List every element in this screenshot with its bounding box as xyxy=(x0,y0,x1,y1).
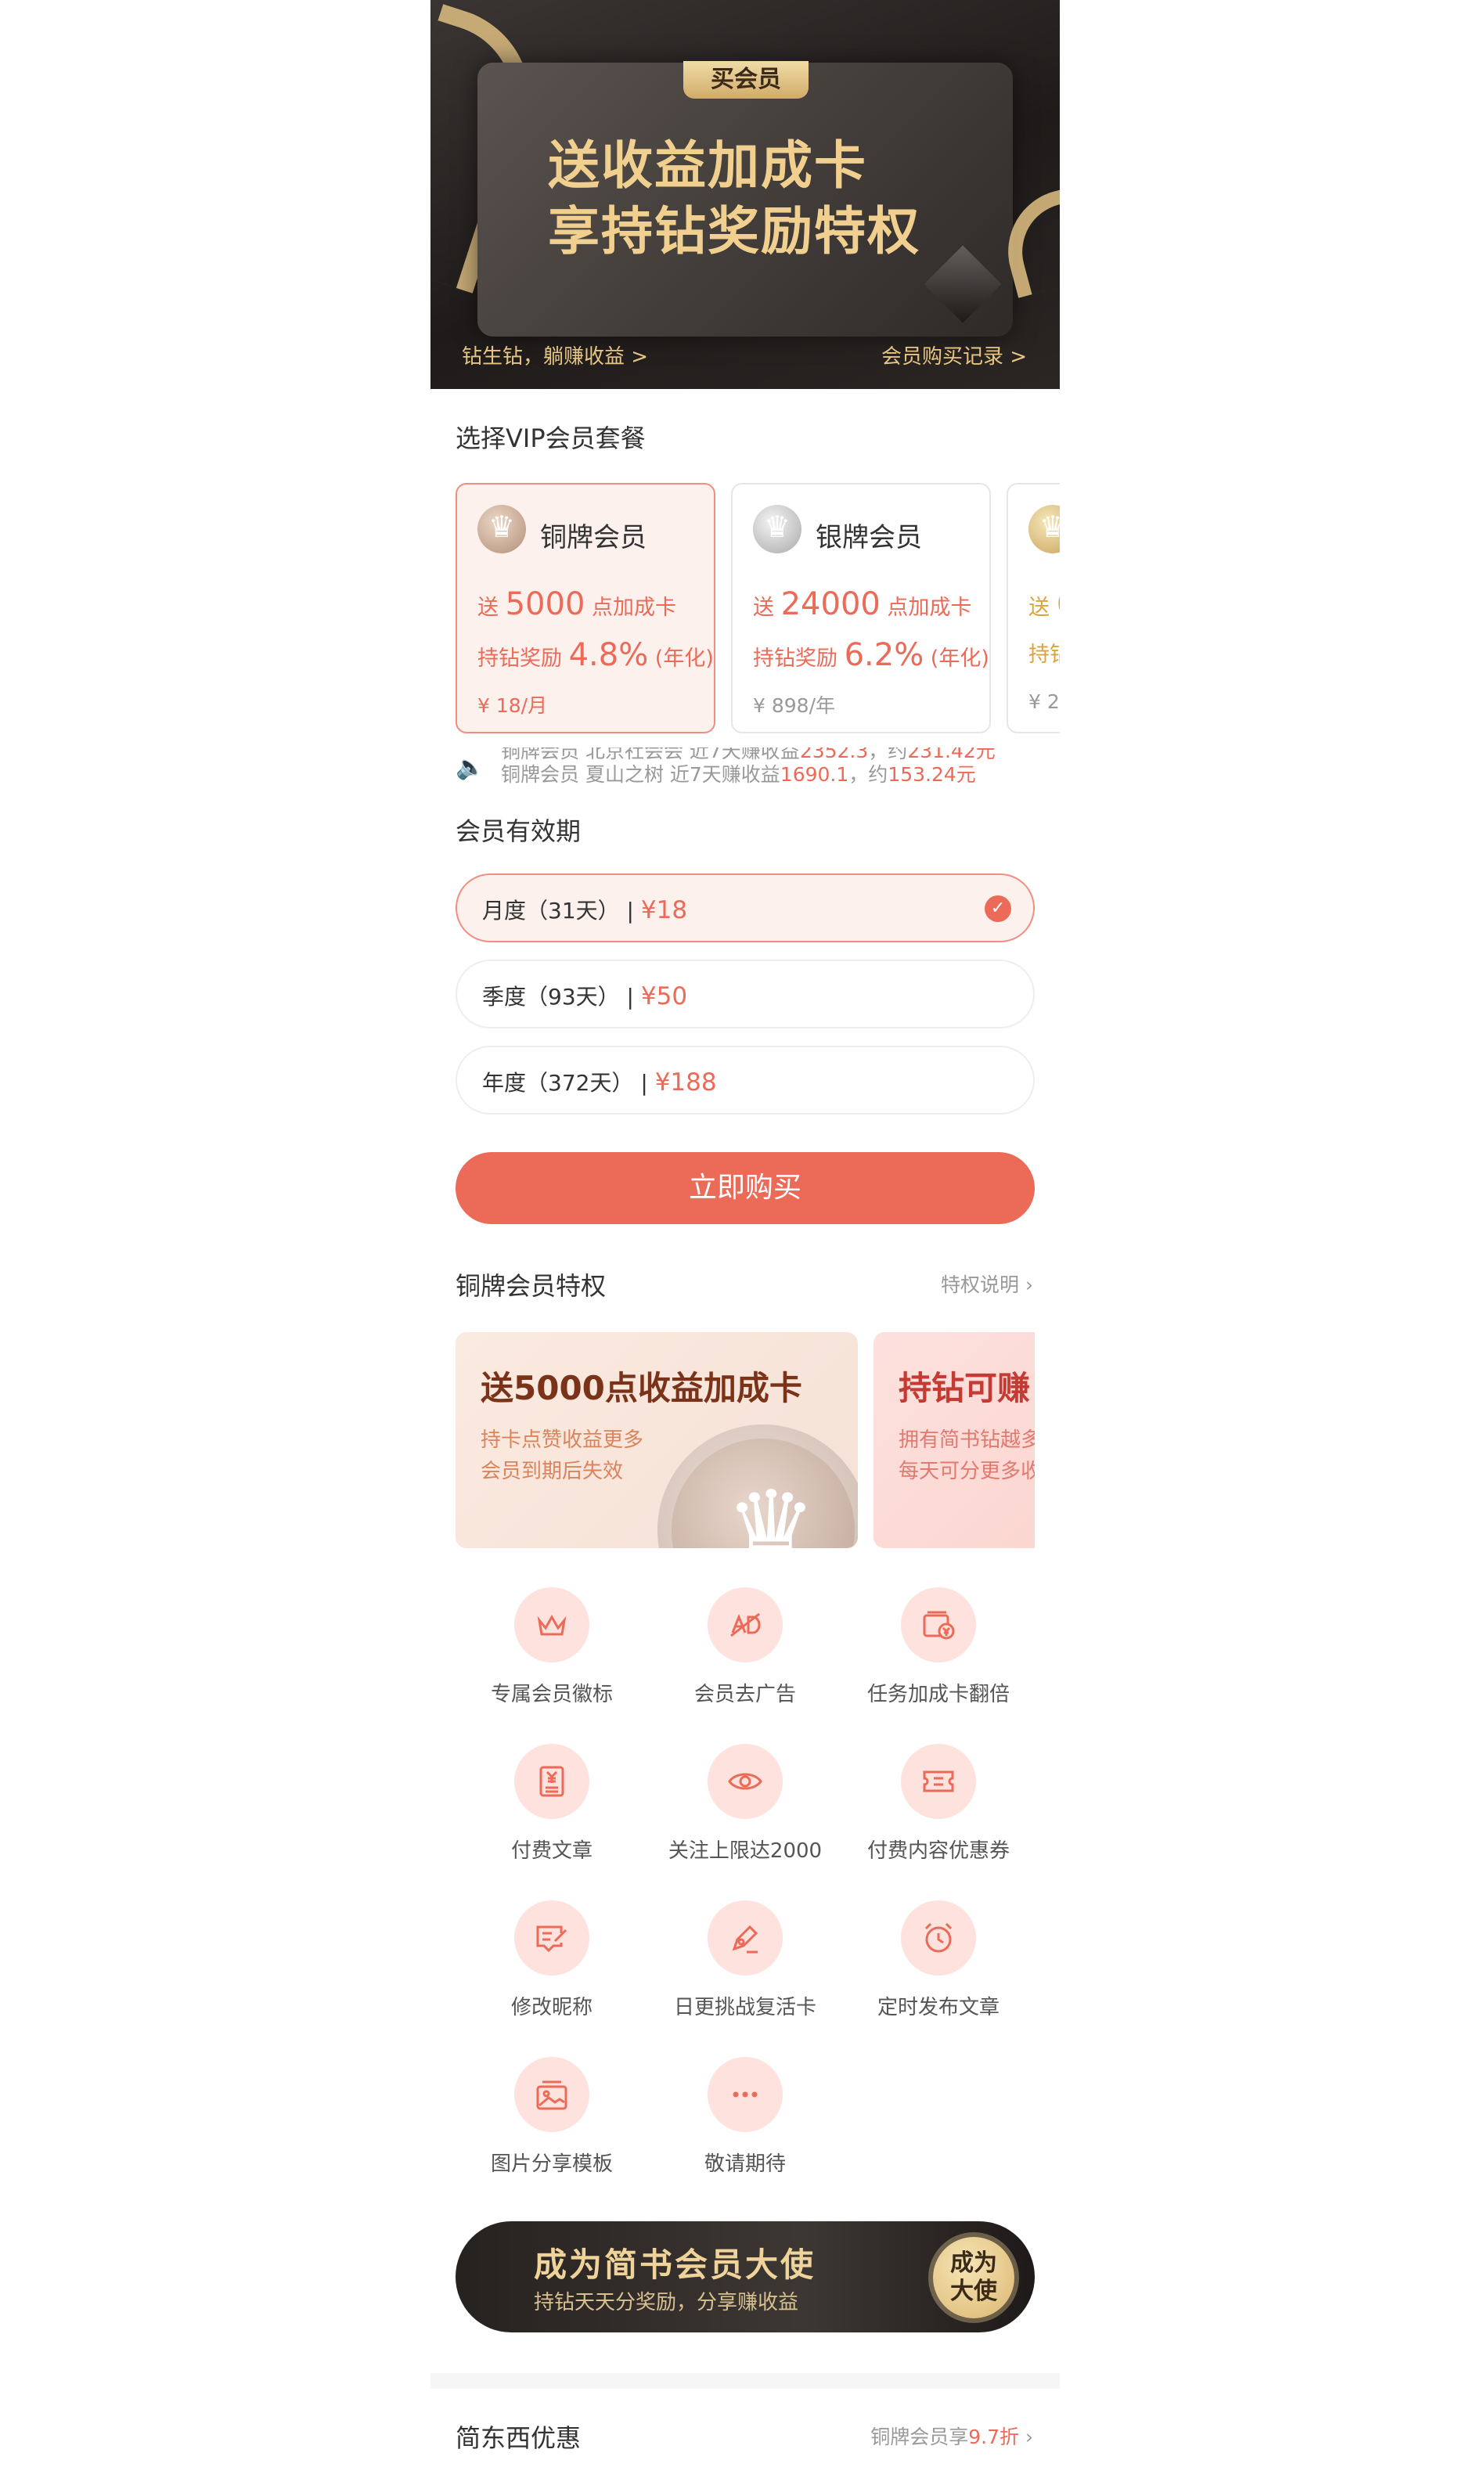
ambassador-title: 成为简书会员大使 xyxy=(534,2246,816,2284)
more-icon xyxy=(733,2091,758,2098)
privilege-item-coupon[interactable]: 付费内容优惠券 xyxy=(842,1744,1035,1864)
ambassador-subtitle: 持钻天天分奖励，分享赚收益 xyxy=(534,2291,799,2314)
privilege-item-label: 关注上限达2000 xyxy=(668,1839,823,1863)
image-template-icon xyxy=(536,2080,567,2110)
privilege-item-card-double[interactable]: 任务加成卡翻倍 xyxy=(842,1587,1035,1707)
privilege-item-label: 付费文章 xyxy=(510,1839,593,1863)
alarm-clock-icon xyxy=(924,1922,953,1953)
privilege-card-title: 送5000点收益加成卡 xyxy=(481,1369,802,1407)
pen-icon xyxy=(732,1925,758,1954)
privilege-item-label: 任务加成卡翻倍 xyxy=(866,1683,1010,1706)
coupon-icon xyxy=(923,1770,954,1792)
wallet-yen-icon xyxy=(923,1611,955,1640)
paid-article-icon xyxy=(539,1766,564,1797)
no-ad-icon xyxy=(730,1612,761,1637)
privilege-item-coming-soon[interactable]: 敬请期待 xyxy=(649,2057,841,2177)
privilege-item-badge[interactable]: 专属会员徽标 xyxy=(456,1587,648,1707)
privilege-item-label: 日更挑战复活卡 xyxy=(673,1996,816,2019)
crown-icon: ♛ xyxy=(725,1468,817,1548)
privilege-item-label: 定时发布文章 xyxy=(877,1996,1000,2019)
privilege-card-desc: 拥有简书钻越多 每天可分更多收 xyxy=(899,1428,1035,1483)
privilege-item-label: 专属会员徽标 xyxy=(490,1683,613,1706)
ambassador-banner[interactable]: 成为简书会员大使 持钻天天分奖励，分享赚收益 成为 大使 xyxy=(456,2221,1035,2332)
section-divider xyxy=(430,2373,1060,2389)
privilege-card-title: 持钻可赚 xyxy=(899,1369,1031,1407)
privilege-item-nickname[interactable]: 修改昵称 xyxy=(456,1900,648,2020)
privilege-item-follow-limit[interactable]: 关注上限达2000 xyxy=(649,1744,841,1864)
privilege-item-label: 图片分享模板 xyxy=(490,2152,613,2176)
privilege-item-paid-article[interactable]: 付费文章 xyxy=(456,1744,648,1864)
privilege-card[interactable]: 持钻可赚 拥有简书钻越多 每天可分更多收 xyxy=(873,1332,1035,1548)
eye-icon xyxy=(728,1773,762,1790)
privilege-item-no-ads[interactable]: 会员去广告 xyxy=(649,1587,841,1707)
privilege-item-scheduled-post[interactable]: 定时发布文章 xyxy=(842,1900,1035,2020)
privilege-item-label: 会员去广告 xyxy=(693,1683,796,1706)
privilege-carousel[interactable]: ♛ 送5000点收益加成卡 持卡点赞收益更多 会员到期后失效 持钻可赚 拥有简书… xyxy=(430,0,1035,1565)
privilege-item-revive-card[interactable]: 日更挑战复活卡 xyxy=(649,1900,841,2020)
privilege-item-label: 敬请期待 xyxy=(704,2152,786,2176)
vip-page: 买会员 送收益加成卡 享持钻奖励特权 钻生钻，躺赚收益 > 会员购买记录 > 选… xyxy=(430,0,1060,2478)
edit-name-icon xyxy=(536,1925,567,1953)
privilege-item-image-template[interactable]: 图片分享模板 xyxy=(456,2057,648,2177)
privilege-card-desc: 持卡点赞收益更多 会员到期后失效 xyxy=(481,1428,644,1483)
privilege-card[interactable]: ♛ 送5000点收益加成卡 持卡点赞收益更多 会员到期后失效 xyxy=(456,1332,858,1548)
jdx-discount-link[interactable]: 铜牌会员享9.7折 › xyxy=(870,2422,1033,2450)
crown-icon xyxy=(537,1614,567,1636)
privilege-item-label: 付费内容优惠券 xyxy=(866,1839,1010,1863)
jdx-section-title: 简东西优惠 xyxy=(456,2423,582,2453)
privilege-item-label: 修改昵称 xyxy=(510,1996,593,2019)
become-ambassador-button[interactable]: 成为 大使 xyxy=(933,2237,1014,2318)
